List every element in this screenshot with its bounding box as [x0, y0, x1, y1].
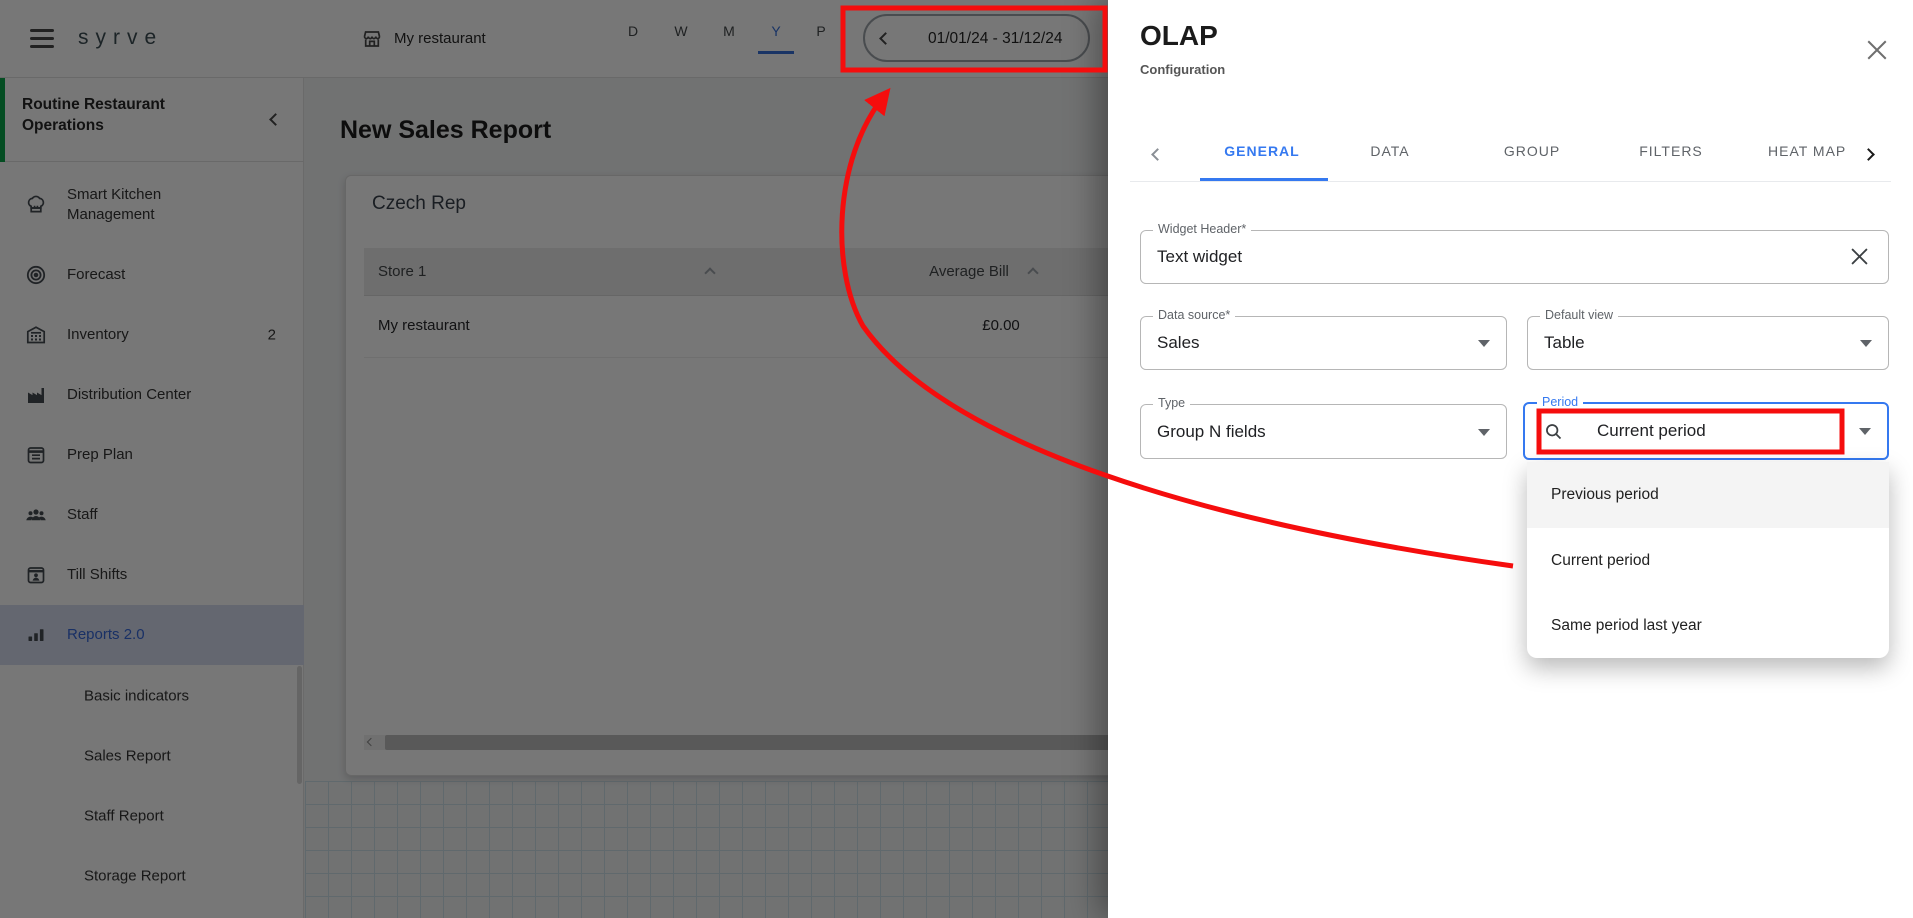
period-value[interactable]: Current period	[1597, 421, 1706, 441]
tab-heat-map[interactable]: HEAT MAP	[1768, 143, 1861, 159]
field-label: Default view	[1540, 308, 1618, 322]
option-current-period[interactable]: Current period	[1527, 528, 1889, 593]
clear-icon[interactable]	[1851, 248, 1868, 270]
data-source-field[interactable]: Data source* Sales	[1140, 316, 1507, 370]
magnifier-icon	[1543, 421, 1564, 447]
dropdown-arrow-icon[interactable]	[1859, 428, 1871, 435]
field-label: Widget Header*	[1153, 222, 1251, 236]
modal-scrim[interactable]	[0, 0, 1108, 918]
period-field[interactable]: Period Current period	[1523, 402, 1889, 460]
default-view-value: Table	[1544, 333, 1585, 353]
field-label: Period	[1537, 395, 1583, 409]
panel-subtitle: Configuration	[1140, 62, 1225, 77]
tab-filters[interactable]: FILTERS	[1639, 143, 1703, 159]
dropdown-arrow-icon[interactable]	[1478, 429, 1490, 436]
dropdown-arrow-icon[interactable]	[1860, 340, 1872, 347]
widget-header-field[interactable]: Widget Header* Text widget	[1140, 230, 1889, 284]
tabs-scroll-left-icon[interactable]	[1151, 148, 1164, 161]
tab-general[interactable]: GENERAL	[1224, 143, 1299, 159]
app-window: syrve My restaurant D W M Y P 01/01/24 -…	[0, 0, 1913, 918]
option-same-period-last-year[interactable]: Same period last year	[1527, 593, 1889, 658]
close-icon[interactable]	[1867, 40, 1887, 65]
period-dropdown-menu: Previous period Current period Same peri…	[1527, 462, 1889, 658]
tabs-divider	[1130, 181, 1891, 182]
default-view-field[interactable]: Default view Table	[1527, 316, 1889, 370]
option-label: Previous period	[1551, 486, 1659, 504]
dropdown-arrow-icon[interactable]	[1478, 340, 1490, 347]
tab-data[interactable]: DATA	[1370, 143, 1409, 159]
active-tab-indicator	[1200, 178, 1328, 181]
tab-group[interactable]: GROUP	[1504, 143, 1560, 159]
field-label: Type	[1153, 396, 1190, 410]
widget-header-value[interactable]: Text widget	[1157, 247, 1242, 267]
option-label: Current period	[1551, 552, 1650, 570]
olap-config-panel: OLAP Configuration GENERAL DATA GROUP FI…	[1108, 0, 1913, 918]
option-previous-period[interactable]: Previous period	[1527, 462, 1889, 528]
data-source-value: Sales	[1157, 333, 1200, 353]
panel-title: OLAP	[1140, 20, 1218, 52]
type-value: Group N fields	[1157, 422, 1266, 442]
option-label: Same period last year	[1551, 617, 1702, 635]
type-field[interactable]: Type Group N fields	[1140, 404, 1507, 459]
tab-fade	[1850, 136, 1913, 172]
field-label: Data source*	[1153, 308, 1235, 322]
